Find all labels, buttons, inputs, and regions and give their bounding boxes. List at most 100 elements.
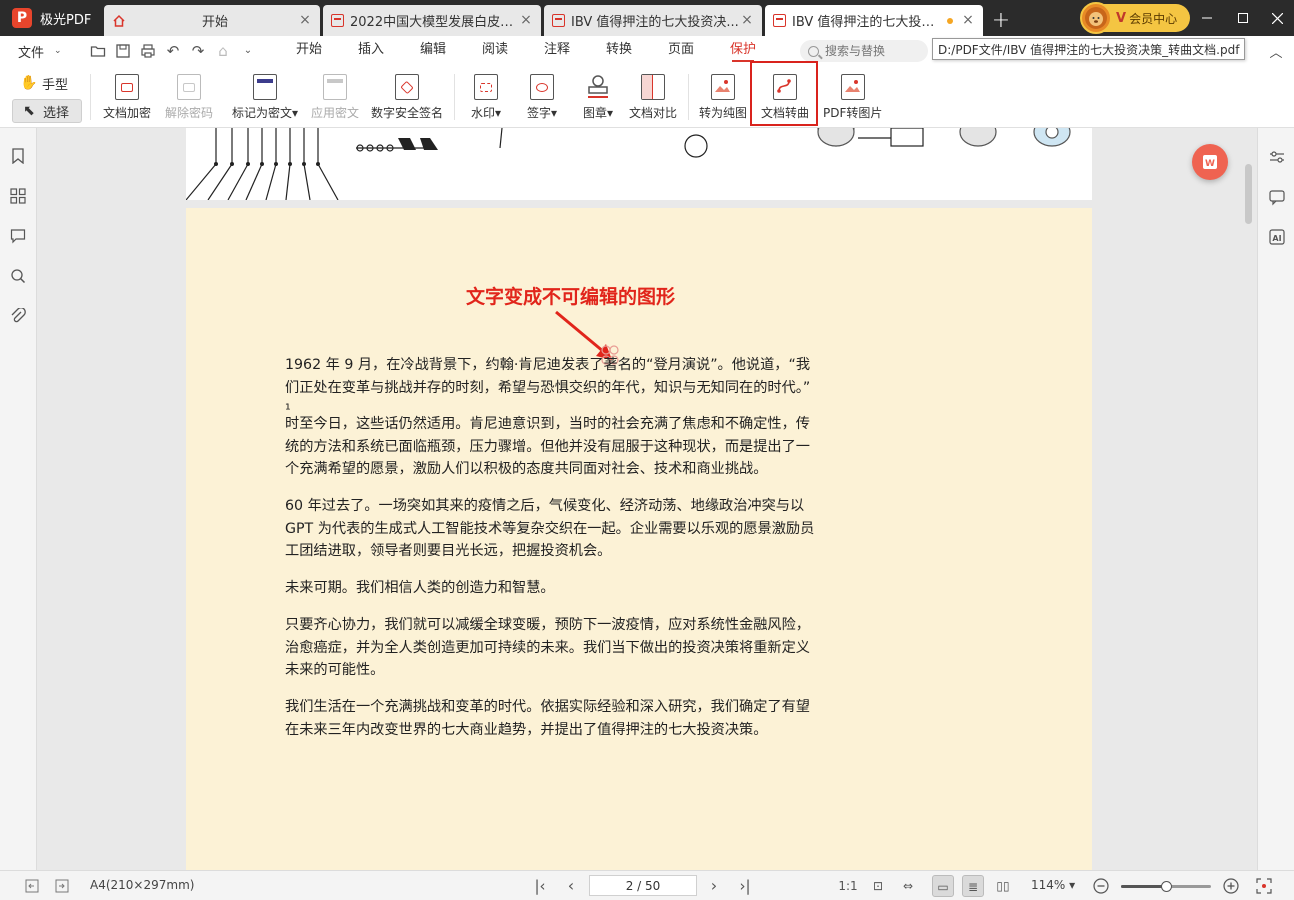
encrypt-document-button[interactable]: 文档加密 [103, 74, 151, 126]
encrypt-document-label: 文档加密 [103, 106, 152, 120]
hand-tool-button[interactable]: ✋ 手型 [12, 71, 82, 95]
redo-icon[interactable]: ↷ [190, 43, 206, 59]
search-icon[interactable] [10, 268, 26, 284]
previous-view-icon[interactable] [24, 878, 40, 894]
previous-page-icon[interactable]: ‹ [563, 878, 579, 894]
search-input[interactable] [825, 44, 919, 58]
maximize-button[interactable] [1226, 0, 1260, 36]
convert-to-image-pdf-button[interactable]: 转为纯图 [699, 74, 747, 126]
apply-redaction-label: 应用密文 [311, 106, 360, 120]
remove-password-button[interactable]: 解除密码 [165, 74, 213, 126]
tab-page[interactable]: 页面 [650, 36, 712, 66]
vip-center-button[interactable]: V 会员中心 [1080, 2, 1190, 34]
mark-redaction-button[interactable]: 标记为密文▾ [232, 74, 298, 126]
ai-icon[interactable]: AI [1268, 228, 1286, 246]
divider [454, 74, 455, 120]
open-folder-icon[interactable] [90, 43, 106, 59]
next-view-icon[interactable] [54, 878, 70, 894]
properties-icon[interactable] [1268, 148, 1286, 166]
tab-home[interactable]: 开始 × [104, 5, 320, 36]
close-icon[interactable]: × [298, 13, 312, 28]
tab-annotate[interactable]: 注释 [526, 36, 588, 66]
next-page-icon[interactable]: › [706, 878, 722, 894]
tab-document-whitepaper[interactable]: 2022中国大模型发展白皮书... × [323, 5, 541, 36]
bookmark-icon[interactable] [10, 148, 26, 165]
tab-convert[interactable]: 转换 [588, 36, 650, 66]
document-viewport[interactable]: 文字变成不可编辑的图形 1962 年 9 月，在冷战背景下，约翰·肯尼迪发表了著… [37, 128, 1257, 870]
ribbon-toolbar: ✋ 手型 ⬉ 选择 文档加密 解除密码 标记为密文▾ 应用密文 数字安全签名 水… [0, 66, 1294, 128]
continuous-view-icon[interactable]: ≣ [962, 875, 984, 897]
watermark-button[interactable]: 水印▾ [471, 74, 501, 126]
first-page-icon[interactable]: |‹ [532, 878, 548, 894]
close-icon[interactable]: × [961, 13, 975, 28]
tab-edit[interactable]: 编辑 [402, 36, 464, 66]
customize-toolbar-icon[interactable]: ⌄ [240, 43, 256, 59]
current-page[interactable]: 文字变成不可编辑的图形 1962 年 9 月，在冷战背景下，约翰·肯尼迪发表了著… [186, 208, 1092, 870]
save-icon[interactable] [115, 43, 131, 59]
new-tab-button[interactable]: + [986, 5, 1016, 36]
zoom-slider-fill [1121, 885, 1166, 888]
thumbnails-icon[interactable] [10, 188, 26, 204]
actual-size-icon[interactable]: 1:1 [837, 875, 859, 897]
app-brand: P 极光PDF [0, 0, 104, 36]
compare-documents-button[interactable]: 文档对比 [629, 74, 677, 126]
search-box[interactable] [800, 40, 928, 62]
chat-icon[interactable] [1268, 188, 1286, 206]
attachment-icon[interactable] [10, 307, 26, 324]
floating-convert-button[interactable]: W [1192, 144, 1228, 180]
close-icon[interactable]: × [519, 13, 533, 28]
close-window-button[interactable] [1260, 0, 1294, 36]
zoom-out-icon[interactable] [1093, 878, 1109, 894]
paragraph: 未来可期。我们相信人类的创造力和智慧。 [285, 580, 555, 596]
print-icon[interactable] [140, 43, 156, 59]
chevron-up-icon[interactable]: ︿ [1268, 42, 1284, 61]
signature-button[interactable]: 签字▾ [527, 74, 557, 126]
fit-page-icon[interactable]: ⊡ [867, 875, 889, 897]
pdf-to-image-button[interactable]: PDF转图片 [823, 74, 882, 126]
zoom-level-dropdown[interactable]: 114% ▾ [1031, 878, 1075, 892]
file-menu-button[interactable]: 文件 ⌄ [0, 42, 74, 61]
watermark-label: 水印▾ [471, 106, 502, 120]
close-icon[interactable]: × [740, 13, 754, 28]
stamp-icon [586, 74, 611, 100]
home-icon[interactable]: ⌂ [215, 43, 231, 59]
stamp-button[interactable]: 图章▾ [583, 74, 613, 126]
select-tool-button[interactable]: ⬉ 选择 [12, 99, 82, 123]
fullscreen-icon[interactable] [1256, 878, 1272, 894]
minimize-button[interactable] [1190, 0, 1224, 36]
tab-read[interactable]: 阅读 [464, 36, 526, 66]
home-icon [112, 14, 126, 28]
tab-document-ibv[interactable]: IBV 值得押注的七大投资决... × [544, 5, 762, 36]
app-logo-icon: P [12, 8, 32, 28]
watermark-icon [474, 74, 499, 100]
two-page-view-icon[interactable]: ▯▯ [992, 875, 1014, 897]
zoom-slider[interactable] [1121, 881, 1211, 892]
digital-signature-icon [395, 74, 419, 100]
lion-avatar-icon [1080, 2, 1112, 34]
chevron-down-icon: ⌄ [54, 46, 62, 56]
digital-signature-button[interactable]: 数字安全签名 [371, 74, 443, 126]
hand-icon: ✋ [20, 75, 38, 91]
single-page-view-icon[interactable]: ▭ [932, 875, 954, 897]
word-convert-icon: W [1203, 155, 1217, 169]
title-bar: P 极光PDF 开始 × 2022中国大模型发展白皮书... × IBV 值得押… [0, 0, 1294, 36]
fit-width-icon[interactable]: ⇔ [897, 875, 919, 897]
status-bar: A4(210×297mm) |‹ ‹ › ›| 1:1 ⊡ ⇔ ▭ ≣ ▯▯ 1… [0, 870, 1294, 900]
comment-icon[interactable] [10, 228, 26, 244]
last-page-icon[interactable]: ›| [737, 878, 753, 894]
tab-insert[interactable]: 插入 [340, 36, 402, 66]
page-number-input[interactable] [589, 875, 697, 896]
tab-document-ibv-active[interactable]: IBV 值得押注的七大投资决... × [765, 5, 983, 36]
zoom-in-icon[interactable] [1223, 878, 1239, 894]
mode-group: ✋ 手型 ⬉ 选择 [12, 71, 82, 127]
undo-icon[interactable]: ↶ [165, 43, 181, 59]
paragraph: 时至今日，这些话仍然适用。肯尼迪意识到，当时的社会充满了焦虑和不确定性，传统的方… [285, 416, 810, 477]
tab-label: IBV 值得押注的七大投资决... [571, 15, 739, 30]
apply-redaction-button[interactable]: 应用密文 [311, 74, 359, 126]
search-icon [808, 45, 819, 57]
vip-label: 会员中心 [1129, 11, 1178, 26]
zoom-slider-handle[interactable] [1161, 881, 1172, 892]
vertical-scrollbar[interactable] [1245, 164, 1252, 224]
file-path-tooltip: D:/PDF文件/IBV 值得押注的七大投资决策_转曲文档.pdf [932, 38, 1246, 60]
tab-start[interactable]: 开始 [278, 36, 340, 66]
